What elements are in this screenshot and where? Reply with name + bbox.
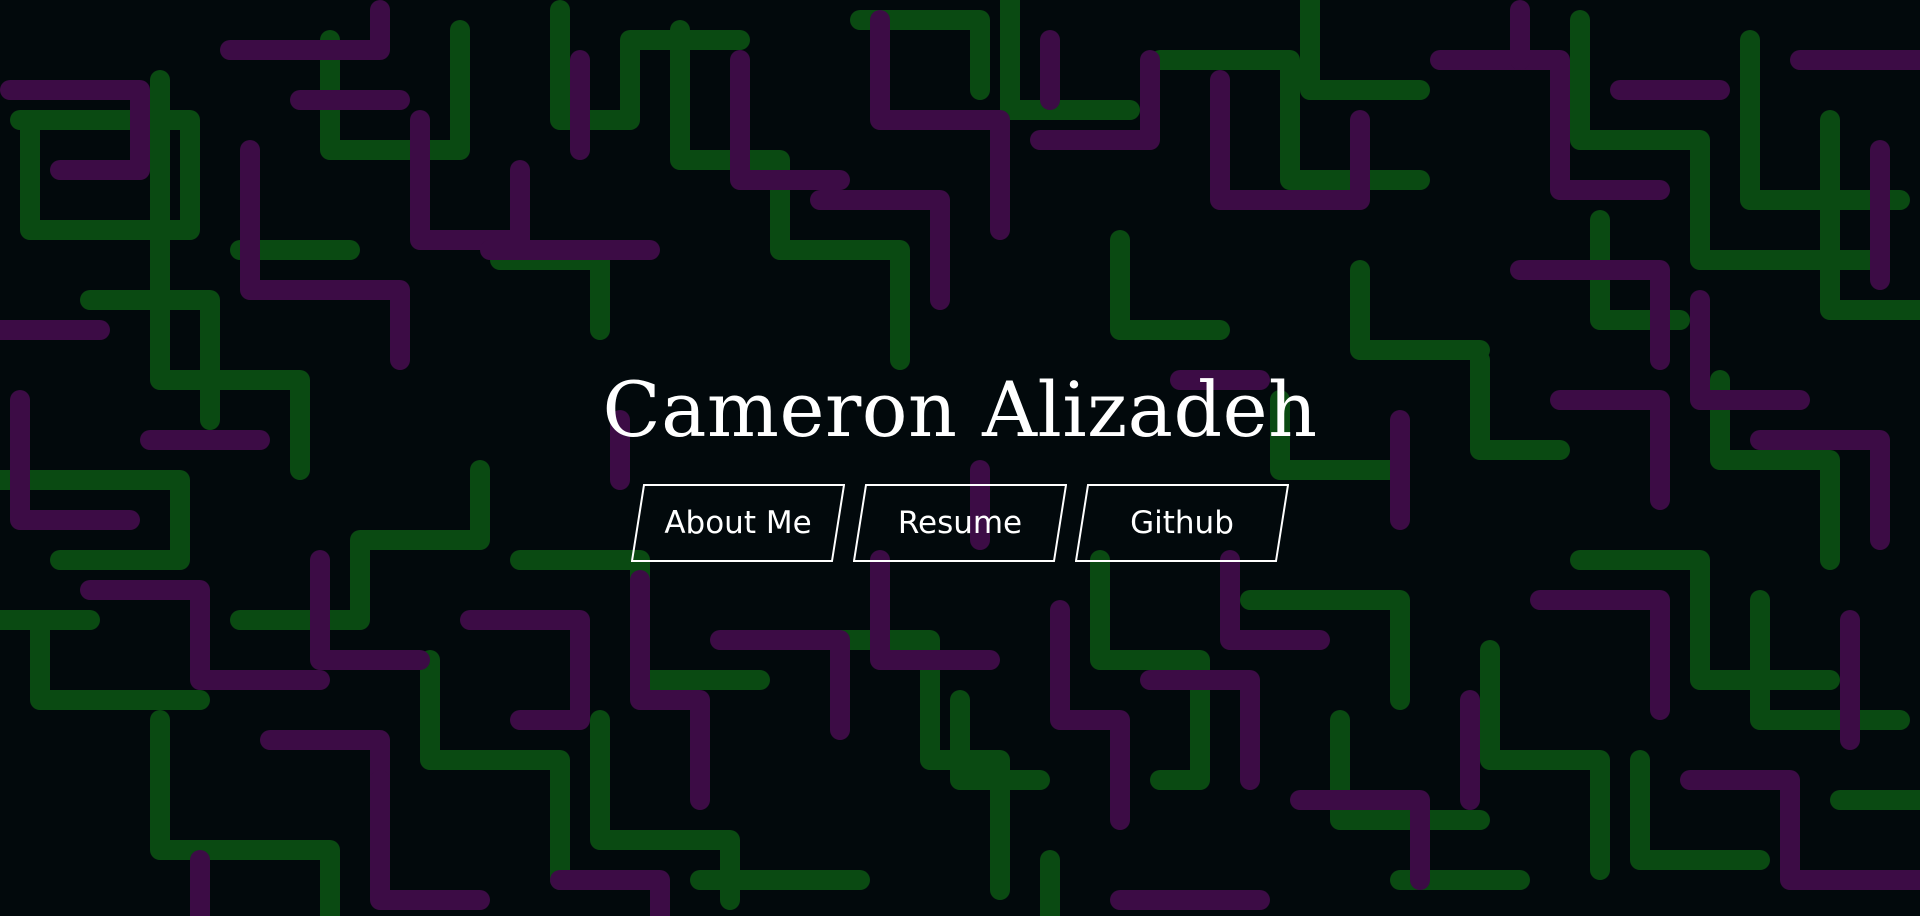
circuit-background	[0, 0, 1920, 916]
page: Cameron Alizadeh About Me Resume Github	[0, 0, 1920, 916]
nav-buttons: About Me Resume Github	[631, 484, 1291, 562]
about-me-button[interactable]: About Me	[631, 484, 845, 562]
about-me-label: About Me	[664, 505, 812, 541]
hero: Cameron Alizadeh	[0, 362, 1920, 458]
github-label: Github	[1130, 505, 1234, 541]
resume-button[interactable]: Resume	[853, 484, 1067, 562]
resume-label: Resume	[897, 505, 1023, 541]
github-button[interactable]: Github	[1075, 484, 1289, 562]
page-title: Cameron Alizadeh	[602, 365, 1318, 454]
